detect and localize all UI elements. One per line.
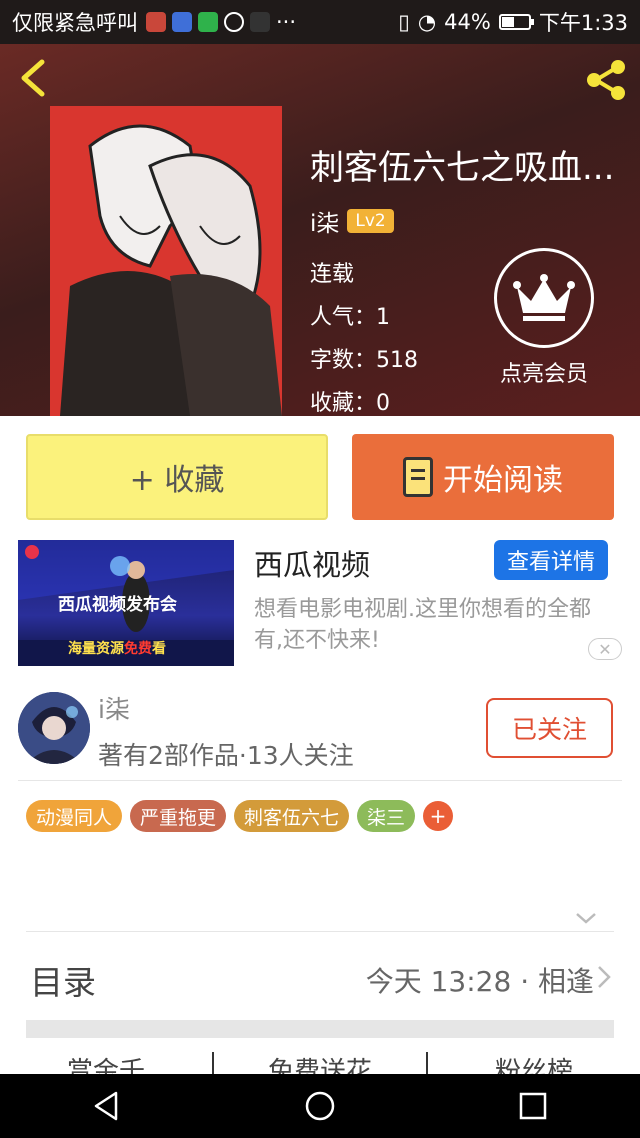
carrier-text: 仅限紧急呼叫	[12, 11, 138, 35]
start-reading-label: 开始阅读	[443, 463, 563, 498]
tag-item[interactable]: 动漫同人	[26, 800, 123, 832]
wifi-icon: ◔	[417, 10, 437, 34]
baidu-app-icon	[172, 12, 192, 32]
ad-title: 西瓜视频	[254, 548, 371, 582]
vip-label: 点亮会员	[499, 362, 588, 387]
ad-image-headline: 西瓜视频发布会	[58, 595, 177, 615]
book-header: 刺客伍六七之吸血... i柒 Lv2 连载 人气：1 字数：518 收藏：0 点…	[0, 44, 640, 416]
status-bar: 仅限紧急呼叫 ··· ▯ ◔ 44% 下午1:33	[0, 0, 640, 44]
word-count: 字数：518	[310, 348, 418, 373]
divider	[26, 931, 614, 932]
toc-label[interactable]: 目录	[30, 956, 96, 1004]
tag-list: 动漫同人 严重拖更 刺客伍六七 柒三 +	[26, 800, 454, 832]
nav-recents-icon[interactable]	[516, 1089, 550, 1123]
author-line: i柒 Lv2	[310, 204, 394, 238]
nav-back-icon[interactable]	[90, 1089, 124, 1123]
tag-item[interactable]: 严重拖更	[130, 800, 227, 832]
book-detail-panel: + 收藏 开始阅读 西瓜视频发布会 海量资源免费看 西瓜视频 查看详情 想看电影…	[0, 416, 640, 1092]
book-title: 刺客伍六七之吸血...	[310, 148, 615, 188]
collect-button[interactable]: + 收藏	[26, 434, 328, 520]
tag-item[interactable]: 刺客伍六七	[234, 800, 350, 832]
tag-item[interactable]: 柒三	[357, 800, 416, 832]
ad-image[interactable]: 西瓜视频发布会 海量资源免费看	[18, 540, 234, 666]
popularity: 人气：1	[310, 305, 390, 330]
wechat-icon	[224, 12, 244, 32]
ad-close-icon[interactable]: ✕	[588, 638, 622, 660]
clock: 下午1:33	[538, 11, 628, 35]
share-icon[interactable]	[582, 56, 630, 104]
toc-latest-chapter[interactable]: 今天 13:28 · 相逢	[366, 960, 594, 1000]
avatar-illustration	[18, 692, 90, 764]
system-nav-bar	[0, 1074, 640, 1138]
start-reading-button[interactable]: 开始阅读	[352, 434, 614, 520]
shield-app-icon	[146, 12, 166, 32]
vip-button[interactable]: 点亮会员	[494, 248, 594, 388]
ad-description: 想看电影电视剧.这里你想看的全都有,还不快来!	[254, 597, 591, 653]
book-icon	[403, 457, 433, 497]
vibrate-icon: ▯	[398, 10, 410, 34]
chevron-right-icon[interactable]	[596, 964, 612, 990]
ad-image-tagline: 海量资源免费看	[68, 641, 166, 657]
follow-button[interactable]: 已关注	[486, 698, 613, 758]
author-stats: 著有2部作品·13人关注	[98, 741, 354, 770]
nav-home-icon[interactable]	[303, 1089, 337, 1123]
add-tag-button[interactable]: +	[423, 801, 454, 831]
back-arrow-icon[interactable]	[14, 56, 58, 100]
author-name[interactable]: i柒	[310, 204, 339, 238]
battery-icon	[498, 14, 534, 30]
battery-percent: 44%	[444, 10, 491, 34]
dashen-app-icon	[250, 12, 270, 32]
ad-detail-button[interactable]: 查看详情	[494, 540, 608, 580]
chevron-down-icon[interactable]	[574, 906, 598, 930]
level-badge: Lv2	[347, 209, 394, 233]
more-notifications-icon: ···	[276, 10, 297, 34]
cover-illustration	[50, 106, 282, 416]
favorites-count: 收藏：0	[310, 391, 390, 416]
crown-circle	[494, 248, 594, 348]
divider	[18, 780, 622, 781]
iqiyi-app-icon	[198, 12, 218, 32]
author-card-name[interactable]: i柒	[98, 690, 130, 726]
crown-icon	[513, 274, 575, 321]
book-cover[interactable]	[50, 106, 282, 416]
serial-status: 连载	[310, 262, 355, 287]
author-avatar[interactable]	[18, 692, 90, 764]
section-separator	[26, 1020, 614, 1038]
